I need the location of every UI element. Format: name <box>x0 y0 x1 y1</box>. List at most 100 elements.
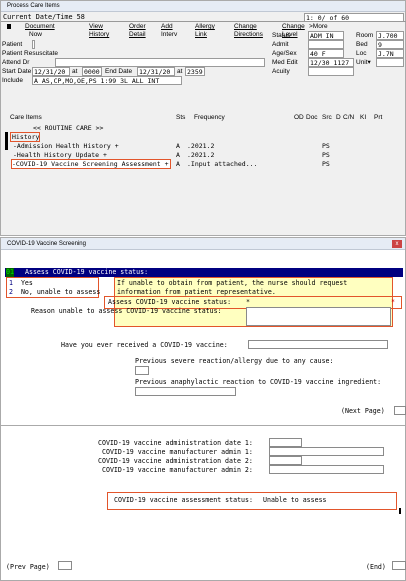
prev-page-field[interactable] <box>58 561 72 570</box>
acuity-label: Acuity <box>272 68 290 75</box>
menu-allergy-link[interactable]: Allergy Link <box>195 23 215 39</box>
assessment-status-value[interactable]: Unable to assess <box>263 496 327 505</box>
option-no-unable[interactable]: 2 No, unable to assess <box>9 288 100 297</box>
required-marker: * <box>391 298 395 306</box>
history-item[interactable]: History <box>10 132 40 142</box>
attend-field[interactable] <box>55 58 265 67</box>
help-text-2: information from patient representative. <box>117 288 276 296</box>
loc-field[interactable]: J.7N <box>376 49 404 58</box>
doc-header: Doc <box>306 114 318 121</box>
at-label: at <box>72 68 78 75</box>
menu-add-interv[interactable]: Add Interv <box>161 23 177 39</box>
include-field[interactable]: A AS,CP,MO,OE,PS 1:99 3L ALL INT <box>32 76 182 85</box>
care-row-freq: .Input attached... <box>187 160 258 168</box>
care-row-name: -Admission Health History + <box>13 142 119 150</box>
prev-page-label: (Prev Page) <box>6 563 50 571</box>
loc-label: Loc <box>356 50 367 57</box>
care-row[interactable]: -Health History Update + A .2021.2 PS <box>11 151 391 159</box>
manufacturer-2-field[interactable] <box>269 465 384 474</box>
process-care-items-window: Process Care Items Current Date/Time 58 … <box>0 0 406 236</box>
start-date-label: Start Date <box>2 68 32 75</box>
menu-change-directions[interactable]: Change Directions <box>234 23 263 39</box>
bed-label: Bed <box>356 41 368 48</box>
option-yes[interactable]: 1 Yes <box>9 279 33 288</box>
frequency-header: Frequency <box>194 114 225 121</box>
routine-care-label: << ROUTINE CARE >> <box>33 124 104 132</box>
patient-field[interactable] <box>32 40 35 49</box>
care-row-sts: A <box>176 142 180 150</box>
unit-field[interactable] <box>376 58 404 67</box>
end-time-field[interactable]: 2359 <box>185 67 205 76</box>
care-row-freq: .2021.2 <box>187 142 215 150</box>
close-icon[interactable]: x <box>392 240 402 248</box>
ki-header: KI <box>360 114 367 121</box>
page-divider <box>1 425 406 426</box>
end-date-label: End Date <box>105 68 133 75</box>
end-field[interactable] <box>392 561 406 570</box>
manufacturer-1-field[interactable] <box>269 447 384 456</box>
prev-severe-label: Previous severe reaction/allergy due to … <box>135 357 334 365</box>
attend-label: Attend Dr <box>2 59 30 66</box>
menu-more[interactable]: >More <box>309 23 328 31</box>
admin-date-1-label: COVID-19 vaccine administration date 1: <box>98 439 253 447</box>
acuity-field[interactable] <box>308 67 354 76</box>
prev-severe-field[interactable] <box>135 366 149 375</box>
mededit-field[interactable]: 12/30 1127 <box>308 58 354 67</box>
assess-label: Assess COVID-19 vaccine status: <box>108 298 232 306</box>
room-label: Room <box>356 32 374 39</box>
manufacturer-2-label: COVID-19 vaccine manufacturer admin 2: <box>102 466 253 474</box>
start-time-field[interactable]: 0000 <box>82 67 102 76</box>
at-label: at <box>177 68 183 75</box>
sts-header: Sts <box>176 114 186 121</box>
resuscitate-label: Patient Resuscitate <box>2 50 59 57</box>
help-text-1: If unable to obtain from patient, the nu… <box>117 279 348 287</box>
care-row-src: PS <box>322 160 330 168</box>
next-page-field[interactable] <box>394 406 406 415</box>
menu-view-history[interactable]: View History <box>89 23 109 39</box>
patient-label: Patient <box>2 41 23 48</box>
mededit-label: Med Edit <box>272 59 298 66</box>
care-row[interactable]: -Admission Health History + A .2021.2 PS <box>11 142 391 150</box>
prompt-number: 01 <box>6 268 14 277</box>
start-date-field[interactable]: 12/31/20 <box>32 67 70 76</box>
care-row-name: -Health History Update + <box>13 151 107 159</box>
covid-vaccine-screening-window: COVID-19 Vaccine Screening x 01 Assess C… <box>0 237 406 581</box>
care-row-selected[interactable]: -COVID-19 Vaccine Screening Assessment +… <box>11 159 391 169</box>
cursor-marker <box>7 24 11 29</box>
window-title: COVID-19 Vaccine Screening <box>1 238 405 250</box>
admin-date-1-field[interactable] <box>269 438 302 447</box>
reason-field[interactable] <box>246 307 391 326</box>
admit-label: Admit <box>272 41 289 48</box>
unit-label[interactable]: Unit▾ <box>356 58 371 67</box>
care-row-src: PS <box>322 142 330 150</box>
care-row-src: PS <box>322 151 330 159</box>
prt-header: Prt <box>374 114 383 121</box>
agesex-field[interactable]: 40 F <box>308 49 344 58</box>
divider <box>1 21 406 22</box>
room-field[interactable]: J.700 <box>376 31 404 40</box>
bed-field[interactable]: 9 <box>376 40 404 49</box>
od-header: OD <box>294 114 304 121</box>
admin-date-2-label: COVID-19 vaccine administration date 2: <box>98 457 253 465</box>
prev-anaphylactic-field[interactable] <box>135 387 236 396</box>
status-label: Status <box>272 32 291 39</box>
cn-header: C/N <box>343 114 355 121</box>
menu-order-detail[interactable]: Order Detail <box>129 23 146 39</box>
care-row-freq: .2021.2 <box>187 151 215 159</box>
assess-value[interactable]: * <box>246 298 250 307</box>
status-field[interactable]: ADM IN <box>308 31 344 40</box>
admin-date-2-field[interactable] <box>269 456 302 465</box>
ever-received-field[interactable] <box>248 340 388 349</box>
reason-label: Reason unable to assess COVID-19 vaccine… <box>31 307 222 315</box>
src-header: Src <box>322 114 332 121</box>
prompt-header-bar: 01 Assess COVID-19 vaccine status: <box>5 268 403 277</box>
menu-document-now[interactable]: Document Now <box>25 23 55 39</box>
d-header: D <box>336 114 341 121</box>
care-items-panel: Care Items Sts Frequency OD Doc Src D C/… <box>3 93 403 233</box>
admit-field[interactable] <box>308 40 344 49</box>
care-items-header: Care Items <box>10 114 42 121</box>
care-row-sts: A <box>176 160 180 168</box>
care-row-name: -COVID-19 Vaccine Screening Assessment + <box>11 159 171 169</box>
end-date-field[interactable]: 12/31/20 <box>137 67 175 76</box>
prompt-header-text: Assess COVID-19 vaccine status: <box>25 268 149 276</box>
